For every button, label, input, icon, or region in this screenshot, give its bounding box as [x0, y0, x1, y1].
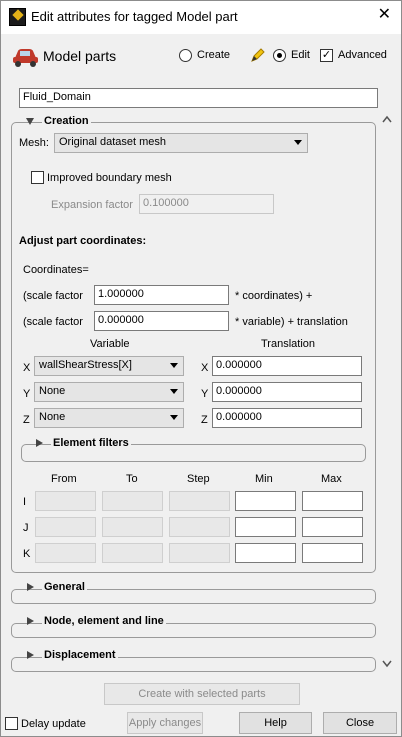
- filter-j-to: [102, 517, 163, 537]
- filter-j-from: [35, 517, 96, 537]
- translation-header: Translation: [261, 338, 316, 350]
- improved-boundary-checkbox[interactable]: [31, 171, 44, 184]
- filter-k-min[interactable]: [235, 543, 296, 563]
- delay-update-checkbox[interactable]: [5, 717, 18, 730]
- filter-j-step: [169, 517, 230, 537]
- close-window-icon[interactable]: ✕: [378, 7, 391, 23]
- window-title: Edit attributes for tagged Model part: [31, 9, 238, 24]
- dialog-window: Edit attributes for tagged Model part ✕ …: [0, 0, 402, 737]
- scroll-up-icon[interactable]: [382, 115, 392, 123]
- filter-k-to: [102, 543, 163, 563]
- displacement-expand-icon[interactable]: [27, 651, 34, 659]
- help-button[interactable]: Help: [239, 712, 312, 734]
- chevron-down-icon: [170, 415, 178, 420]
- axis-label-y: Y: [23, 388, 31, 400]
- apply-changes-button[interactable]: Apply changes: [127, 712, 203, 734]
- title-bar: Edit attributes for tagged Model part ✕: [1, 1, 401, 34]
- filter-row-i: I: [23, 496, 27, 508]
- chevron-down-icon: [170, 389, 178, 394]
- car-icon: [13, 49, 38, 67]
- filter-k-max[interactable]: [302, 543, 363, 563]
- filter-j-min[interactable]: [235, 517, 296, 537]
- delay-update-label: Delay update: [21, 718, 86, 730]
- coordinates-label: Coordinates=: [23, 264, 89, 276]
- filter-i-from: [35, 491, 96, 511]
- advanced-checkbox[interactable]: ✓: [320, 49, 333, 62]
- filter-header-min: Min: [255, 473, 273, 485]
- improved-boundary-label: Improved boundary mesh: [47, 172, 172, 184]
- close-button[interactable]: Close: [323, 712, 397, 734]
- variable-header: Variable: [90, 338, 130, 350]
- general-expand-icon[interactable]: [27, 583, 34, 591]
- variable-select-y[interactable]: None: [34, 382, 184, 402]
- mesh-label: Mesh:: [19, 137, 49, 149]
- translation-input-z[interactable]: 0.000000: [212, 408, 362, 428]
- element-filters-title[interactable]: Element filters: [51, 437, 131, 449]
- variable-select-z[interactable]: None: [34, 408, 184, 428]
- filter-header-from: From: [51, 473, 77, 485]
- displacement-title[interactable]: Displacement: [42, 649, 118, 661]
- edit-label: Edit: [291, 49, 310, 61]
- expansion-factor-label: Expansion factor: [51, 199, 133, 211]
- filter-header-step: Step: [187, 473, 210, 485]
- chevron-down-icon: [294, 140, 302, 145]
- filter-i-min[interactable]: [235, 491, 296, 511]
- filter-i-to: [102, 491, 163, 511]
- vertical-scrollbar[interactable]: [379, 112, 395, 678]
- translation-input-x[interactable]: 0.000000: [212, 356, 362, 376]
- edit-radio[interactable]: [273, 49, 286, 62]
- element-filters-expand-icon[interactable]: [36, 439, 43, 447]
- translation-input-y[interactable]: 0.000000: [212, 382, 362, 402]
- chevron-down-icon: [170, 363, 178, 368]
- filter-k-from: [35, 543, 96, 563]
- filter-row-j: J: [23, 522, 29, 534]
- variable-suffix: * variable) + translation: [235, 316, 348, 328]
- filter-j-max[interactable]: [302, 517, 363, 537]
- translation-axis-y: Y: [201, 388, 209, 400]
- model-parts-label: Model parts: [43, 48, 117, 64]
- mesh-select-value: Original dataset mesh: [59, 136, 166, 148]
- variable-select-x-value: wallShearStress[X]: [39, 359, 132, 371]
- variable-select-z-value: None: [39, 411, 66, 423]
- app-icon: [9, 8, 26, 26]
- node-expand-icon[interactable]: [27, 617, 34, 625]
- translation-axis-x: X: [201, 362, 209, 374]
- general-title[interactable]: General: [42, 581, 87, 593]
- creation-title[interactable]: Creation: [42, 115, 91, 127]
- translation-axis-z: Z: [201, 414, 208, 426]
- scale-factor-input-2[interactable]: 0.000000: [94, 311, 229, 331]
- pencil-icon: [251, 48, 265, 62]
- scale-factor-input-1[interactable]: 1.000000: [94, 285, 229, 305]
- filter-header-to: To: [126, 473, 138, 485]
- filter-i-step: [169, 491, 230, 511]
- advanced-label: Advanced: [338, 49, 387, 61]
- filter-k-step: [169, 543, 230, 563]
- scroll-down-icon[interactable]: [382, 660, 392, 668]
- create-radio[interactable]: [179, 49, 192, 62]
- mesh-select[interactable]: Original dataset mesh: [54, 133, 308, 153]
- scale-factor-label-1: (scale factor: [23, 290, 83, 302]
- node-element-line-title[interactable]: Node, element and line: [42, 615, 166, 627]
- variable-select-x[interactable]: wallShearStress[X]: [34, 356, 184, 376]
- variable-select-y-value: None: [39, 385, 66, 397]
- filter-header-max: Max: [321, 473, 342, 485]
- part-name-input[interactable]: Fluid_Domain: [19, 88, 378, 108]
- filter-i-max[interactable]: [302, 491, 363, 511]
- coordinates-suffix: * coordinates) +: [235, 290, 313, 302]
- axis-label-x: X: [23, 362, 31, 374]
- create-with-selected-button[interactable]: Create with selected parts: [104, 683, 300, 705]
- create-label: Create: [197, 49, 231, 61]
- filter-row-k: K: [23, 548, 31, 560]
- creation-collapse-icon[interactable]: [26, 118, 34, 125]
- scale-factor-label-2: (scale factor: [23, 316, 83, 328]
- expansion-factor-input[interactable]: 0.100000: [139, 194, 274, 214]
- adjust-coordinates-title: Adjust part coordinates:: [19, 235, 147, 247]
- axis-label-z: Z: [23, 414, 30, 426]
